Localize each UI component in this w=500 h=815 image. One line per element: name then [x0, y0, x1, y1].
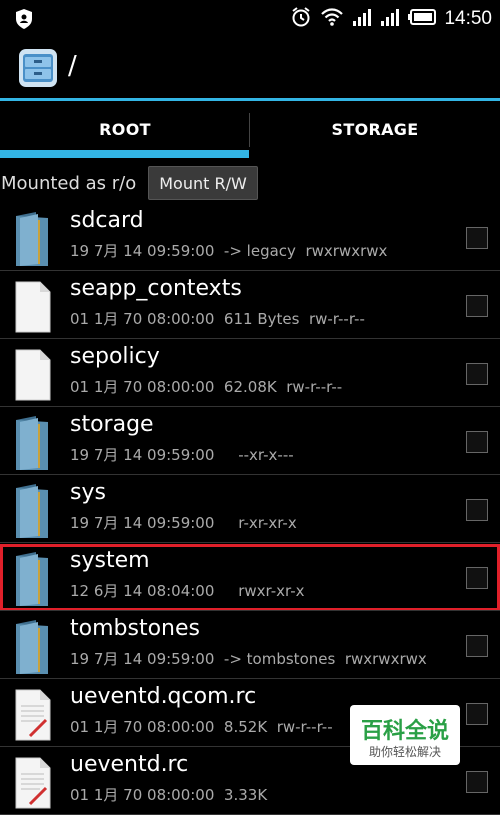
- tab-selected-indicator: [0, 150, 249, 158]
- file-meta: 19 7月 14 09:59:00 r-xr-xr-x: [70, 514, 297, 532]
- watermark-subtitle: 助你轻松解决: [368, 745, 441, 759]
- signal-icon: [352, 7, 372, 31]
- row-divider: [0, 338, 500, 339]
- file-checkbox[interactable]: [466, 635, 488, 657]
- file-meta: 19 7月 14 09:59:00 -> legacy rwxrwxrwx: [70, 242, 388, 260]
- file-meta: 01 1月 70 08:00:00 3.33K: [70, 786, 268, 804]
- file-checkbox[interactable]: [466, 499, 488, 521]
- alarm-icon: [290, 6, 312, 32]
- file-row[interactable]: storage 19 7月 14 09:59:00 --xr-x---: [0, 408, 500, 475]
- file-name: tombstones: [70, 616, 200, 641]
- file-row[interactable]: sepolicy 01 1月 70 08:00:00 62.08K rw-r--r…: [0, 340, 500, 407]
- watermark-logo: 百科全说 助你轻松解决: [350, 705, 460, 765]
- file-checkbox[interactable]: [466, 363, 488, 385]
- file-checkbox[interactable]: [466, 227, 488, 249]
- file-checkbox[interactable]: [466, 567, 488, 589]
- row-divider: [0, 406, 500, 407]
- file-meta: 01 1月 70 08:00:00 8.52K rw-r--r--: [70, 718, 333, 736]
- file-meta: 19 7月 14 09:59:00 --xr-x---: [70, 446, 294, 464]
- watermark-title: 百科全说: [360, 719, 449, 744]
- current-path: /: [68, 51, 77, 81]
- folder-icon: [12, 482, 54, 538]
- file-row[interactable]: tombstones 19 7月 14 09:59:00 -> tombstone…: [0, 612, 500, 679]
- file-meta: 12 6月 14 08:04:00 rwxr-xr-x: [70, 582, 305, 600]
- action-bar: /: [0, 37, 500, 99]
- row-divider: [0, 474, 500, 475]
- file-name: seapp_contexts: [70, 276, 242, 301]
- file-checkbox[interactable]: [466, 703, 488, 725]
- text-file-icon: [12, 754, 54, 810]
- file-checkbox[interactable]: [466, 295, 488, 317]
- row-divider: [0, 678, 500, 679]
- file-icon: [12, 346, 54, 402]
- file-name: sys: [70, 480, 106, 505]
- mount-rw-button[interactable]: Mount R/W: [148, 166, 258, 200]
- signal-icon: [380, 7, 400, 31]
- row-divider: [0, 610, 500, 611]
- file-row[interactable]: seapp_contexts 01 1月 70 08:00:00 611 Byte…: [0, 272, 500, 339]
- file-name: ueventd.qcom.rc: [70, 684, 257, 709]
- clock-time: 14:50: [444, 8, 492, 29]
- file-manager-icon[interactable]: [18, 48, 58, 88]
- file-name: ueventd.rc: [70, 752, 189, 777]
- file-meta: 01 1月 70 08:00:00 611 Bytes rw-r--r--: [70, 310, 365, 328]
- file-row[interactable]: system 12 6月 14 08:04:00 rwxr-xr-x: [0, 544, 500, 611]
- battery-icon: [408, 9, 437, 29]
- file-name: storage: [70, 412, 154, 437]
- file-name: system: [70, 548, 150, 573]
- mount-status: Mounted as r/o: [1, 173, 137, 194]
- file-meta: 19 7月 14 09:59:00 -> tombstones rwxrwxrw…: [70, 650, 427, 668]
- row-divider: [0, 542, 500, 543]
- wifi-icon: [320, 7, 344, 31]
- mount-bar: Mounted as r/o Mount R/W: [0, 160, 500, 204]
- status-bar: 14:50: [0, 0, 500, 37]
- file-name: sepolicy: [70, 344, 160, 369]
- shield-icon: [14, 8, 34, 34]
- folder-icon: [12, 618, 54, 674]
- tab-storage[interactable]: STORAGE: [250, 101, 500, 158]
- folder-icon: [12, 414, 54, 470]
- text-file-icon: [12, 686, 54, 742]
- file-icon: [12, 278, 54, 334]
- folder-icon: [12, 210, 54, 266]
- file-name: sdcard: [70, 208, 144, 233]
- file-row[interactable]: sys 19 7月 14 09:59:00 r-xr-xr-x: [0, 476, 500, 543]
- file-checkbox[interactable]: [466, 431, 488, 453]
- folder-icon: [12, 550, 54, 606]
- row-divider: [0, 270, 500, 271]
- file-row[interactable]: sdcard 19 7月 14 09:59:00 -> legacy rwxrwx…: [0, 204, 500, 271]
- file-meta: 01 1月 70 08:00:00 62.08K rw-r--r--: [70, 378, 343, 396]
